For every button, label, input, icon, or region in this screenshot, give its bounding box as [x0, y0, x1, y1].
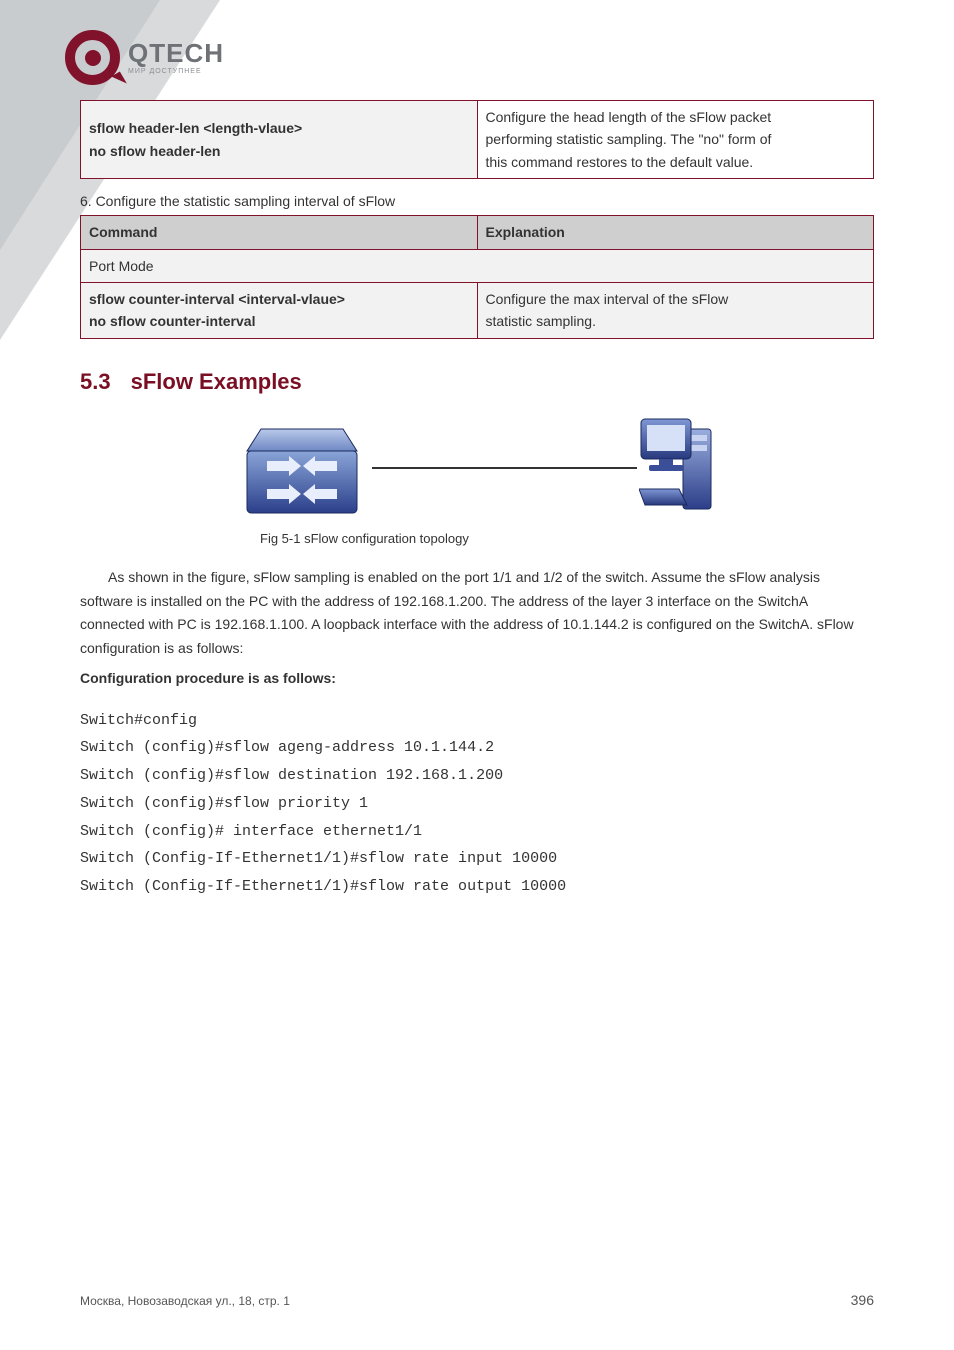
footer-address: Москва, Новозаводская ул., 18, стр. 1 — [80, 1294, 290, 1308]
switch-icon — [237, 425, 367, 515]
pc-icon — [639, 415, 717, 520]
logo-subtitle: МИР ДОСТУПНЕЕ — [128, 68, 224, 75]
section-heading: 5.3 sFlow Examples — [80, 369, 874, 395]
section-number: 5.3 — [80, 369, 111, 395]
expl-head-len: Configure the head length of the sFlow p… — [477, 101, 874, 179]
figure-caption: Fig 5-1 sFlow configuration topology — [260, 531, 874, 546]
row-port-mode: Port Mode — [81, 249, 874, 282]
page-number: 396 — [851, 1292, 874, 1308]
cmd-head-len: sflow header-len <length-vlaue> no sflow… — [81, 101, 478, 179]
link-line — [372, 467, 637, 469]
config-code-block: Switch#config Switch (config)#sflow agen… — [80, 707, 874, 901]
col-hdr-command: Command — [81, 216, 478, 249]
config-label: Configuration procedure is as follows: — [80, 667, 874, 691]
section-title: sFlow Examples — [131, 369, 302, 395]
step-6-label: 6. Configure the statistic sampling inte… — [80, 193, 874, 209]
logo-brand: QTECH — [128, 40, 224, 66]
brand-logo: QTECH МИР ДОСТУПНЕЕ — [65, 30, 224, 85]
cmd-counter-interval: sflow counter-interval <interval-vlaue> … — [81, 282, 478, 338]
table-head-len: sflow header-len <length-vlaue> no sflow… — [80, 100, 874, 179]
topology-diagram — [80, 415, 874, 525]
expl-counter-interval: Configure the max interval of the sFlow … — [477, 282, 874, 338]
logo-text: QTECH МИР ДОСТУПНЕЕ — [128, 40, 224, 75]
paragraph-description: As shown in the figure, sFlow sampling i… — [80, 566, 874, 661]
table-counter-interval: Command Explanation Port Mode sflow coun… — [80, 215, 874, 339]
logo-q-mark — [65, 30, 120, 85]
col-hdr-explanation: Explanation — [477, 216, 874, 249]
